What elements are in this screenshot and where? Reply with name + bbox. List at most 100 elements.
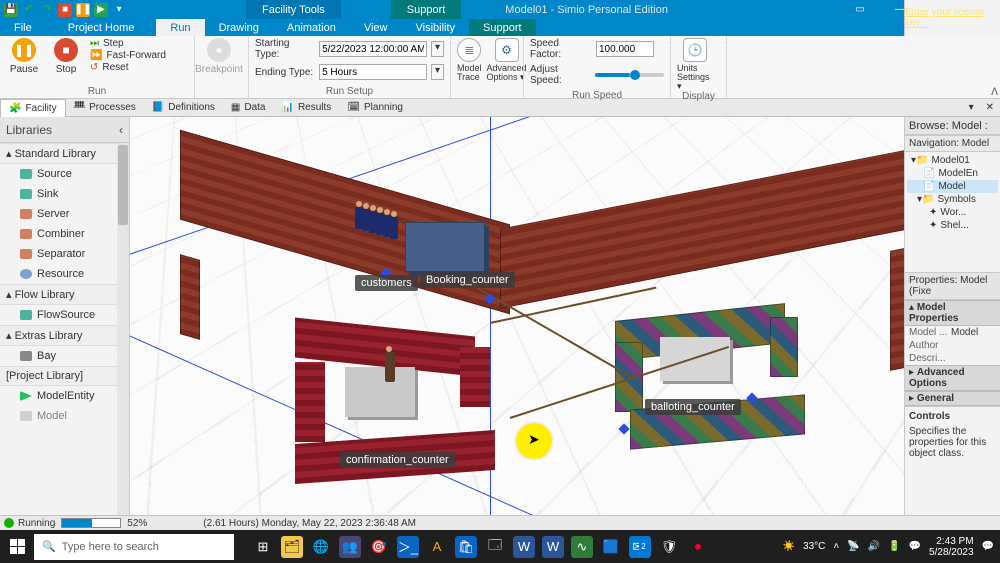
mail-icon[interactable]: ✉2 — [629, 536, 651, 558]
props-row[interactable]: Descri... — [905, 352, 1000, 365]
taskbar-search[interactable]: 🔍 Type here to search — [34, 534, 234, 560]
word2-icon[interactable]: W — [542, 536, 564, 558]
lib-item-modelentity[interactable]: ModelEntity — [0, 386, 129, 406]
language-icon[interactable]: 💬 — [909, 541, 921, 552]
advanced-options-button[interactable]: ⚙ Advanced Options ▾ — [488, 38, 526, 82]
confirmation-desk[interactable] — [345, 367, 415, 417]
explorer-icon[interactable]: 🗂 — [281, 536, 303, 558]
chrome-icon[interactable]: 🌐 — [310, 536, 332, 558]
tab-visibility[interactable]: Visibility — [402, 19, 470, 36]
lib-section-extras[interactable]: ▴ Extras Library — [0, 325, 129, 346]
window-restore-icon[interactable]: ▭ — [840, 0, 880, 19]
teams-icon[interactable]: 👥 — [339, 536, 361, 558]
app-a-icon[interactable]: A — [426, 536, 448, 558]
tab-support[interactable]: Support — [469, 19, 536, 36]
lib-item-bay[interactable]: Bay — [0, 346, 129, 366]
taskbar-clock[interactable]: 2:43 PM 5/28/2023 — [929, 536, 974, 558]
start-button[interactable] — [0, 530, 34, 563]
app-icon[interactable]: 🎯 — [368, 536, 390, 558]
ending-type-input[interactable] — [319, 64, 427, 80]
tab-project-home[interactable]: Project Home — [46, 19, 157, 36]
license-link[interactable]: Enter your license key... — [905, 7, 992, 29]
props-cat-general[interactable]: ▸ General — [905, 391, 1000, 406]
tree-row[interactable]: ✦Wor... — [907, 206, 998, 219]
tray-expand-icon[interactable]: ˄ — [833, 541, 839, 552]
tree-row[interactable]: 📄ModelEn — [907, 167, 998, 180]
ending-type-dropdown-icon[interactable]: ▾ — [431, 64, 444, 80]
libraries-scrollbar[interactable] — [117, 143, 129, 515]
speed-slider[interactable] — [595, 73, 664, 77]
stop-button[interactable]: ■ Stop — [48, 38, 84, 75]
qat-pause-icon[interactable]: ❚❚ — [76, 3, 90, 17]
panel-close-icon[interactable]: ✕ — [980, 102, 1000, 113]
lib-section-standard[interactable]: ▴ Standard Library — [0, 143, 129, 164]
tab-view[interactable]: View — [350, 19, 402, 36]
store-icon[interactable]: 🛍 — [455, 536, 477, 558]
qat-dropdown-icon[interactable]: ▾ — [112, 3, 126, 17]
volume-icon[interactable]: 🔊 — [868, 541, 880, 552]
starting-type-input[interactable] — [319, 41, 427, 57]
task-view-icon[interactable]: ⊞ — [252, 536, 274, 558]
breakpoint-button[interactable]: ● Breakpoint — [201, 38, 237, 75]
simio-icon[interactable]: ∿ — [571, 536, 593, 558]
lib-section-project[interactable]: [Project Library] — [0, 366, 129, 386]
props-row[interactable]: Author — [905, 339, 1000, 352]
panel-tab-processes[interactable]: ᚙProcesses — [66, 99, 144, 117]
units-settings-button[interactable]: 🕒 Units Settings ▾ — [677, 38, 713, 91]
props-row[interactable]: Model ...Model — [905, 326, 1000, 339]
tab-drawing[interactable]: Drawing — [205, 19, 273, 36]
step-button[interactable]: ⏭Step — [90, 38, 166, 49]
qat-undo-icon[interactable]: ↶ — [22, 3, 36, 17]
lib-item-server[interactable]: Server — [0, 204, 129, 224]
record-icon[interactable]: ⏺ — [687, 536, 709, 558]
lib-item-flowsource[interactable]: FlowSource — [0, 305, 129, 325]
panel-dropdown-icon[interactable]: ▾ — [963, 102, 980, 113]
booking-counter-object[interactable] — [405, 222, 485, 272]
security-icon[interactable]: 🛡 — [658, 536, 680, 558]
fast-forward-button[interactable]: ⏩Fast-Forward — [90, 50, 166, 61]
starting-type-dropdown-icon[interactable]: ▾ — [431, 41, 444, 57]
tab-animation[interactable]: Animation — [273, 19, 350, 36]
model-trace-button[interactable]: ≣ Model Trace — [457, 38, 482, 82]
lib-item-model[interactable]: Model — [0, 406, 129, 426]
reset-button[interactable]: ↺Reset — [90, 62, 166, 73]
tab-run[interactable]: Run — [156, 19, 204, 36]
lib-item-combiner[interactable]: Combiner — [0, 224, 129, 244]
tree-row[interactable]: ▾📁Model01 — [907, 154, 998, 167]
props-cat-advanced-options[interactable]: ▸ Advanced Options — [905, 365, 1000, 391]
tree-row[interactable]: ✦Shel... — [907, 219, 998, 232]
qat-redo-icon[interactable]: ↷ — [40, 3, 54, 17]
pause-button[interactable]: ❚❚ Pause — [6, 38, 42, 75]
panel-tab-facility[interactable]: 🧩Facility — [0, 99, 66, 117]
notifications-icon[interactable]: 💬 — [982, 541, 994, 552]
lib-item-separator[interactable]: Separator — [0, 244, 129, 264]
ribbon-collapse-icon[interactable]: ᐱ — [991, 87, 998, 98]
weather-temp[interactable]: 33°C — [803, 541, 825, 552]
lib-item-resource[interactable]: Resource — [0, 264, 129, 284]
weather-icon[interactable]: ☀️ — [783, 541, 795, 552]
panel-tab-results[interactable]: 📊Results — [274, 99, 340, 117]
tree-row[interactable]: ▾📁Symbols — [907, 193, 998, 206]
facility-viewport[interactable]: customers Booking_counter balloting_coun… — [130, 117, 904, 515]
network-icon[interactable]: 📡 — [847, 541, 859, 552]
lib-section-flow[interactable]: ▴ Flow Library — [0, 284, 129, 305]
panel-tab-definitions[interactable]: 📘Definitions — [144, 99, 223, 117]
tab-file[interactable]: File — [0, 19, 46, 36]
balloting-desk[interactable] — [660, 337, 730, 381]
battery-icon[interactable]: 🔋 — [888, 541, 900, 552]
qat-save-icon[interactable]: 💾 — [4, 3, 18, 17]
panel-tab-planning[interactable]: 🗓Planning — [339, 99, 411, 117]
libraries-collapse-icon[interactable]: ‹ — [119, 123, 123, 137]
lib-item-sink[interactable]: Sink — [0, 184, 129, 204]
powershell-icon[interactable]: ＞_ — [397, 536, 419, 558]
app-icon[interactable]: 🗔 — [484, 536, 506, 558]
props-cat-model-properties[interactable]: ▴ Model Properties — [905, 300, 1000, 326]
qat-stop-icon[interactable]: ■ — [58, 3, 72, 17]
panel-tab-data[interactable]: ▦Data — [223, 99, 274, 117]
edge-icon[interactable]: 🟦 — [600, 536, 622, 558]
tree-row-selected[interactable]: 📄Model — [907, 180, 998, 193]
lib-item-source[interactable]: Source — [0, 164, 129, 184]
word-icon[interactable]: W — [513, 536, 535, 558]
speed-factor-input[interactable] — [596, 41, 654, 57]
qat-play-icon[interactable]: ▶ — [94, 3, 108, 17]
